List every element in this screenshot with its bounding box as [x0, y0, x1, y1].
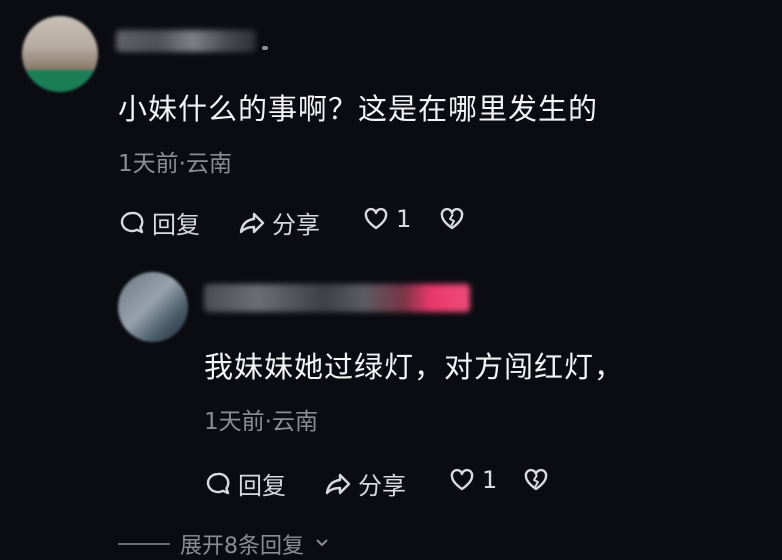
heart-icon [362, 205, 390, 233]
expand-replies-label: 展开8条回复 [180, 534, 304, 559]
avatar[interactable] [118, 272, 188, 342]
divider [118, 543, 170, 545]
comment-text: 我妹妹她过绿灯，对方闯红灯， [204, 350, 625, 384]
broken-heart-icon [438, 205, 466, 233]
like-count: 1 [396, 205, 412, 233]
like-button[interactable]: 1 [448, 466, 497, 494]
share-arrow-icon [238, 209, 266, 237]
like-button[interactable]: 1 [362, 205, 411, 233]
share-button[interactable]: 分享 [238, 205, 320, 240]
comment-meta: 1天前·云南 [118, 151, 232, 177]
share-label: 分享 [358, 472, 406, 500]
dislike-button[interactable] [522, 466, 550, 494]
broken-heart-icon [522, 466, 550, 494]
username-mark [262, 46, 268, 50]
chevron-down-icon [314, 532, 330, 557]
share-arrow-icon [324, 470, 352, 498]
like-count: 1 [482, 466, 498, 494]
reply-label: 回复 [152, 211, 200, 239]
reply-button[interactable]: 回复 [118, 205, 200, 240]
dislike-button[interactable] [438, 205, 466, 233]
comment-text: 小妹什么的事啊？这是在哪里发生的 [118, 92, 599, 126]
expand-replies-button[interactable]: 展开8条回复 [118, 528, 330, 560]
reply-label: 回复 [238, 472, 286, 500]
username-blurred[interactable] [204, 284, 470, 312]
comment-bubble-icon [118, 209, 146, 237]
comment-bubble-icon [204, 470, 232, 498]
share-label: 分享 [272, 211, 320, 239]
comment-meta: 1天前·云南 [204, 409, 318, 435]
share-button[interactable]: 分享 [324, 466, 406, 501]
reply-button[interactable]: 回复 [204, 466, 286, 501]
username-blurred[interactable] [116, 30, 256, 52]
heart-icon [448, 466, 476, 494]
avatar[interactable] [22, 16, 98, 92]
